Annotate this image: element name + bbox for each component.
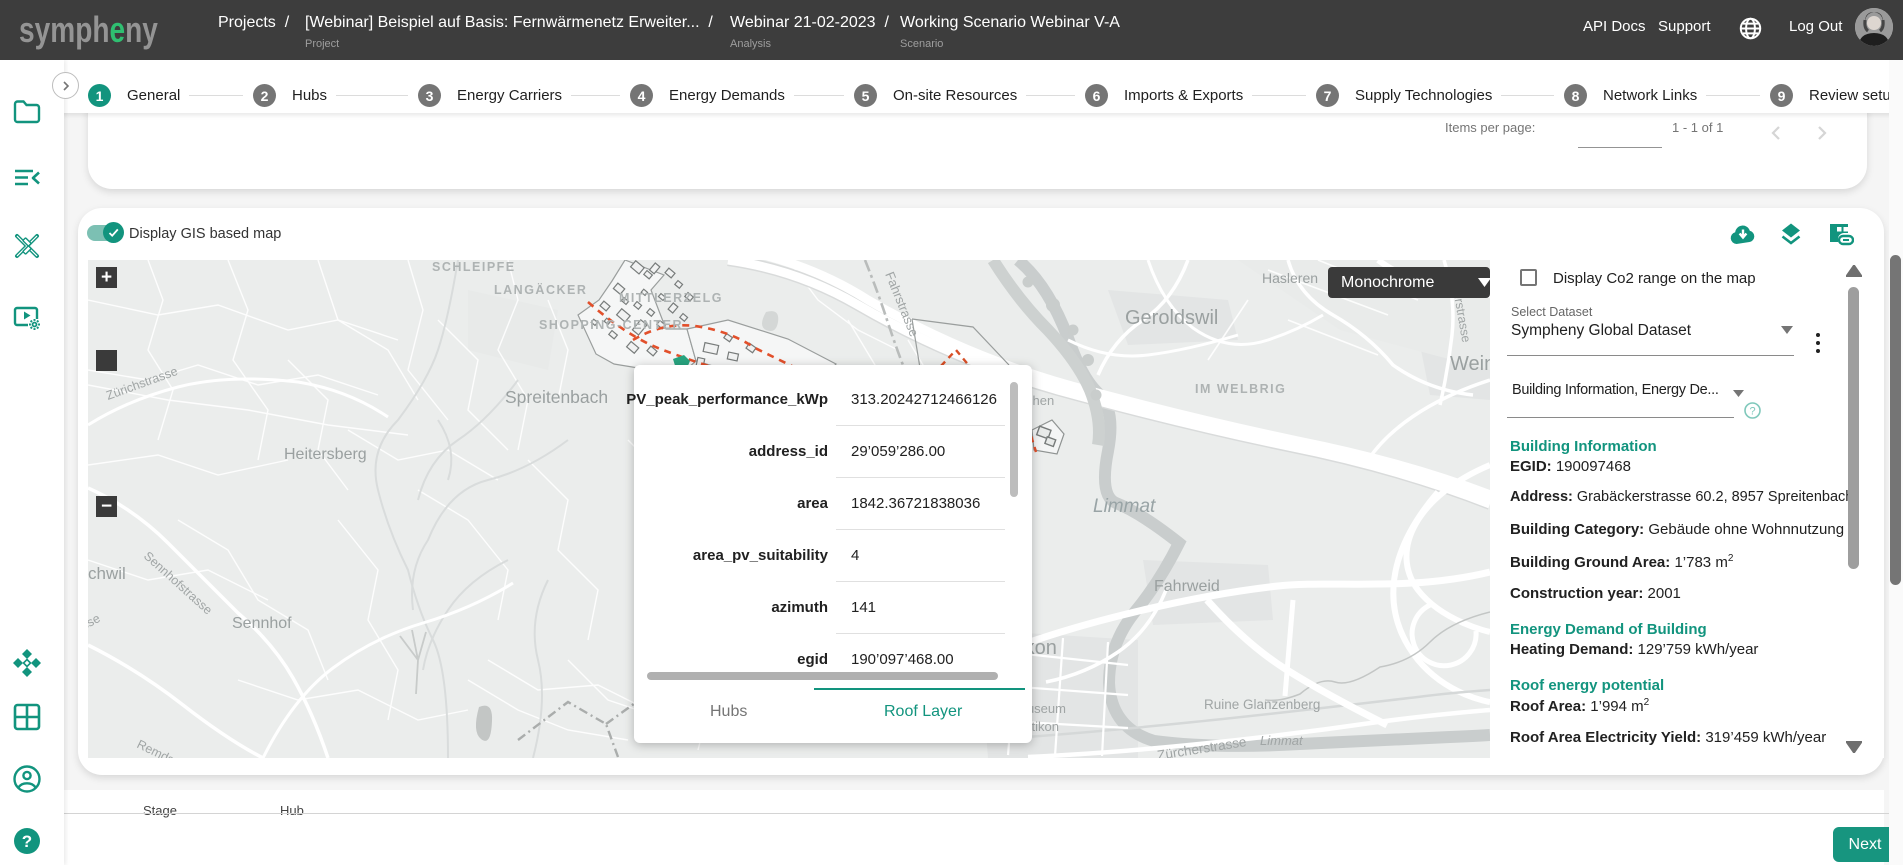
svg-text:?: ? bbox=[22, 832, 32, 851]
svg-text:Sennhof: Sennhof bbox=[232, 615, 292, 632]
svg-text:Spreitenbach: Spreitenbach bbox=[505, 387, 608, 407]
svg-text:Ruine Glanzenberg: Ruine Glanzenberg bbox=[1204, 697, 1320, 712]
svg-text:MITTLERZELG: MITTLERZELG bbox=[619, 291, 723, 305]
svg-text:Hasleren: Hasleren bbox=[1262, 270, 1318, 286]
svg-text:IM WELBRIG: IM WELBRIG bbox=[1195, 382, 1286, 396]
svg-text:?: ? bbox=[1749, 406, 1755, 418]
svg-text:SHOPPING-CENTER: SHOPPING-CENTER bbox=[539, 318, 683, 332]
svg-text:SCHLEIPFE: SCHLEIPFE bbox=[432, 260, 516, 274]
svg-text:Limmat: Limmat bbox=[1260, 733, 1304, 748]
svg-text:LANGÄCKER: LANGÄCKER bbox=[494, 282, 587, 297]
svg-text:Geroldswil: Geroldswil bbox=[1125, 307, 1218, 329]
svg-text:Weinin: Weinin bbox=[1450, 353, 1490, 375]
svg-text:Heitersberg: Heitersberg bbox=[284, 446, 367, 463]
svg-text:Limmat: Limmat bbox=[1093, 496, 1156, 517]
svg-text:chwil: chwil bbox=[88, 564, 126, 583]
svg-text:Fahrweid: Fahrweid bbox=[1154, 578, 1220, 595]
